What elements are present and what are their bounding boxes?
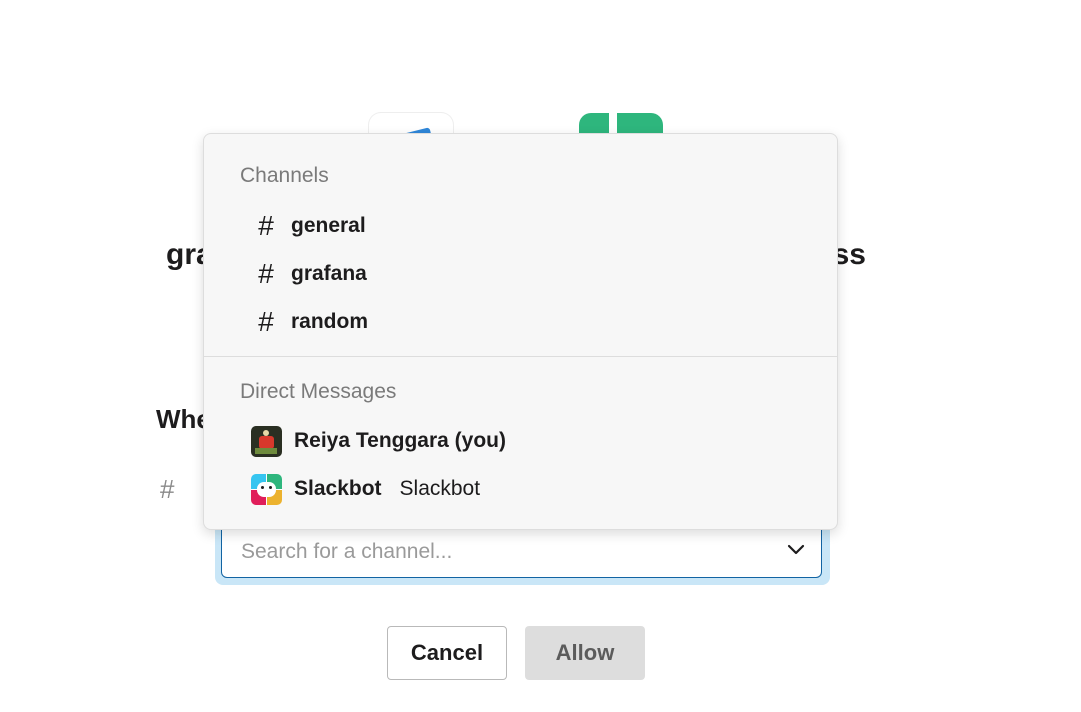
channel-option-name: grafana: [291, 262, 367, 285]
dropdown-divider: [204, 356, 837, 357]
channels-group-header: Channels: [240, 164, 329, 187]
heading-left-text: gra: [166, 238, 213, 271]
dm-option-reiya-tenggara[interactable]: Reiya Tenggara (you): [204, 419, 837, 463]
allow-button[interactable]: Allow: [525, 626, 645, 680]
dm-option-name: Slackbot: [294, 477, 382, 500]
channel-dropdown-menu: Channels # general # grafana # random Di…: [203, 133, 838, 530]
channel-option-name: random: [291, 310, 369, 333]
direct-messages-group-header: Direct Messages: [240, 380, 397, 403]
heading-right-text: ss: [832, 238, 866, 271]
chevron-down-icon[interactable]: [787, 543, 805, 557]
hash-icon: #: [258, 306, 274, 337]
channel-option-general[interactable]: # general: [204, 204, 837, 248]
dm-option-slackbot[interactable]: Slackbot Slackbot: [204, 467, 837, 511]
dm-option-name: Reiya Tenggara (you): [294, 429, 506, 452]
hash-icon: #: [258, 210, 274, 241]
avatar: [251, 425, 282, 457]
channel-search-placeholder: Search for a channel...: [241, 540, 453, 563]
channel-select[interactable]: Search for a channel...: [221, 524, 822, 578]
channel-option-grafana[interactable]: # grafana: [204, 252, 837, 296]
channel-option-name: general: [291, 214, 366, 237]
slackbot-avatar: [251, 473, 282, 505]
oauth-permission-page: gra ss Whe # Search for a channel... Can…: [0, 0, 1081, 712]
hash-icon: #: [258, 258, 274, 289]
channel-hash-icon: #: [160, 474, 175, 504]
cancel-button[interactable]: Cancel: [387, 626, 507, 680]
dm-option-secondary-name: Slackbot: [399, 477, 481, 500]
channel-option-random[interactable]: # random: [204, 300, 837, 344]
